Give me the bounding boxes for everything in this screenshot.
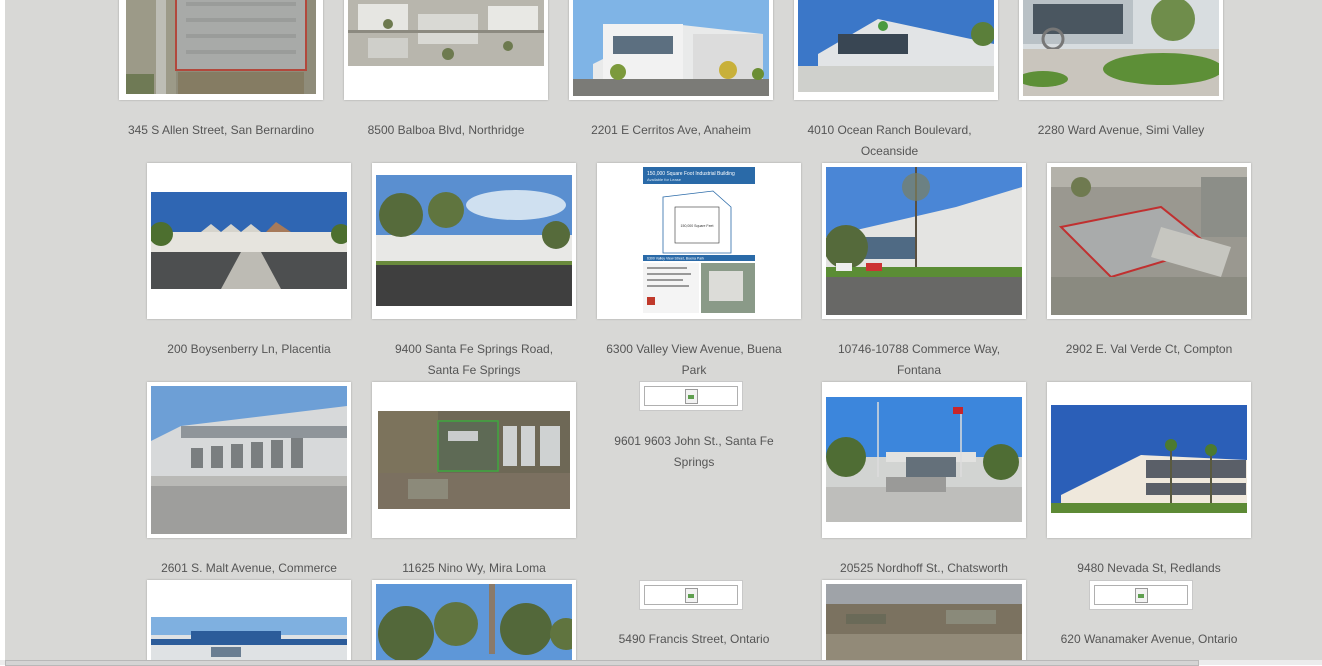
broken-image-icon (685, 389, 698, 404)
listing-caption[interactable]: 2201 E Cerritos Ave, Anaheim (565, 120, 777, 141)
listing-caption[interactable]: 2280 Ward Avenue, Simi Valley (1015, 120, 1227, 141)
listing-caption[interactable]: 9601 9603 John St., Santa Fe Springs (602, 431, 786, 473)
listing-caption[interactable]: 620 Wanamaker Avenue, Ontario (1043, 629, 1255, 650)
brochure-address: 6300 Valley View Street, Buena Park (647, 257, 704, 261)
property-card-row4-2[interactable] (372, 580, 576, 660)
property-card-compton[interactable] (1047, 163, 1251, 319)
property-photo[interactable] (151, 192, 347, 289)
aerial-photo[interactable] (378, 411, 570, 509)
listing-caption[interactable]: 8500 Balboa Blvd, Northridge (340, 120, 552, 141)
brochure-image[interactable]: 150,000 Square Foot Industrial Building … (643, 167, 755, 315)
property-photo[interactable] (126, 0, 316, 94)
brochure-subtitle: Available for Lease (647, 177, 682, 182)
floor-plan-label: 150,000 Square Feet (681, 224, 714, 228)
property-photo[interactable] (348, 0, 544, 66)
property-photo[interactable] (151, 617, 347, 660)
broken-image[interactable] (1089, 580, 1193, 610)
property-card-simi-valley[interactable] (1019, 0, 1223, 100)
property-photo[interactable] (826, 397, 1022, 522)
listing-caption[interactable]: 9400 Santa Fe Springs Road, Santa Fe Spr… (379, 339, 569, 381)
property-card-santa-fe-springs-road[interactable] (372, 163, 576, 319)
listing-caption[interactable]: 200 Boysenberry Ln, Placentia (143, 339, 355, 360)
property-photo[interactable] (151, 386, 347, 534)
property-photo[interactable] (798, 0, 994, 92)
property-card-row4-4[interactable] (822, 580, 1026, 660)
property-photo[interactable] (1051, 405, 1247, 513)
property-card-fontana[interactable] (822, 163, 1026, 319)
listing-caption[interactable]: 6300 Valley View Avenue, Buena Park (602, 339, 786, 381)
listing-caption[interactable]: 9480 Nevada St, Redlands (1043, 558, 1255, 579)
listing-caption[interactable]: 2601 S. Malt Avenue, Commerce (143, 558, 355, 579)
property-card-commerce[interactable] (147, 382, 351, 538)
listing-caption[interactable]: 345 S Allen Street, San Bernardino (115, 120, 327, 141)
property-card-anaheim[interactable] (569, 0, 773, 100)
listing-caption[interactable]: 20525 Nordhoff St., Chatsworth (818, 558, 1030, 579)
property-photo[interactable] (376, 175, 572, 306)
listing-caption[interactable]: 11625 Nino Wy, Mira Loma (368, 558, 580, 579)
property-card-row4-1[interactable] (147, 580, 351, 660)
broken-image-icon (1135, 588, 1148, 603)
horizontal-scrollbar[interactable] (0, 660, 1322, 666)
property-photo[interactable] (376, 584, 572, 660)
property-card-northridge[interactable] (344, 0, 548, 100)
page-content: 345 S Allen Street, San Bernardino 8500 … (5, 0, 1322, 660)
property-card-placentia[interactable] (147, 163, 351, 319)
listing-caption[interactable]: 2902 E. Val Verde Ct, Compton (1043, 339, 1255, 360)
property-photo[interactable] (573, 0, 769, 96)
property-photo[interactable] (1023, 0, 1219, 96)
listing-caption[interactable]: 5490 Francis Street, Ontario (602, 629, 786, 650)
listing-caption[interactable]: 10746-10788 Commerce Way, Fontana (827, 339, 1011, 381)
listing-caption[interactable]: 4010 Ocean Ranch Boulevard, Oceanside (797, 120, 982, 162)
property-card-oceanside[interactable] (794, 0, 998, 100)
property-card-mira-loma[interactable] (372, 382, 576, 538)
broken-image[interactable] (639, 381, 743, 411)
property-photo[interactable] (1051, 167, 1247, 315)
property-card-redlands[interactable] (1047, 382, 1251, 538)
property-card-san-bernardino[interactable] (119, 0, 323, 100)
aerial-photo[interactable] (826, 584, 1022, 660)
broken-image-icon (685, 588, 698, 603)
property-card-buena-park[interactable]: 150,000 Square Foot Industrial Building … (597, 163, 801, 319)
scrollbar-thumb[interactable] (5, 660, 1199, 666)
property-photo[interactable] (826, 167, 1022, 315)
property-card-chatsworth[interactable] (822, 382, 1026, 538)
broken-image[interactable] (639, 580, 743, 610)
